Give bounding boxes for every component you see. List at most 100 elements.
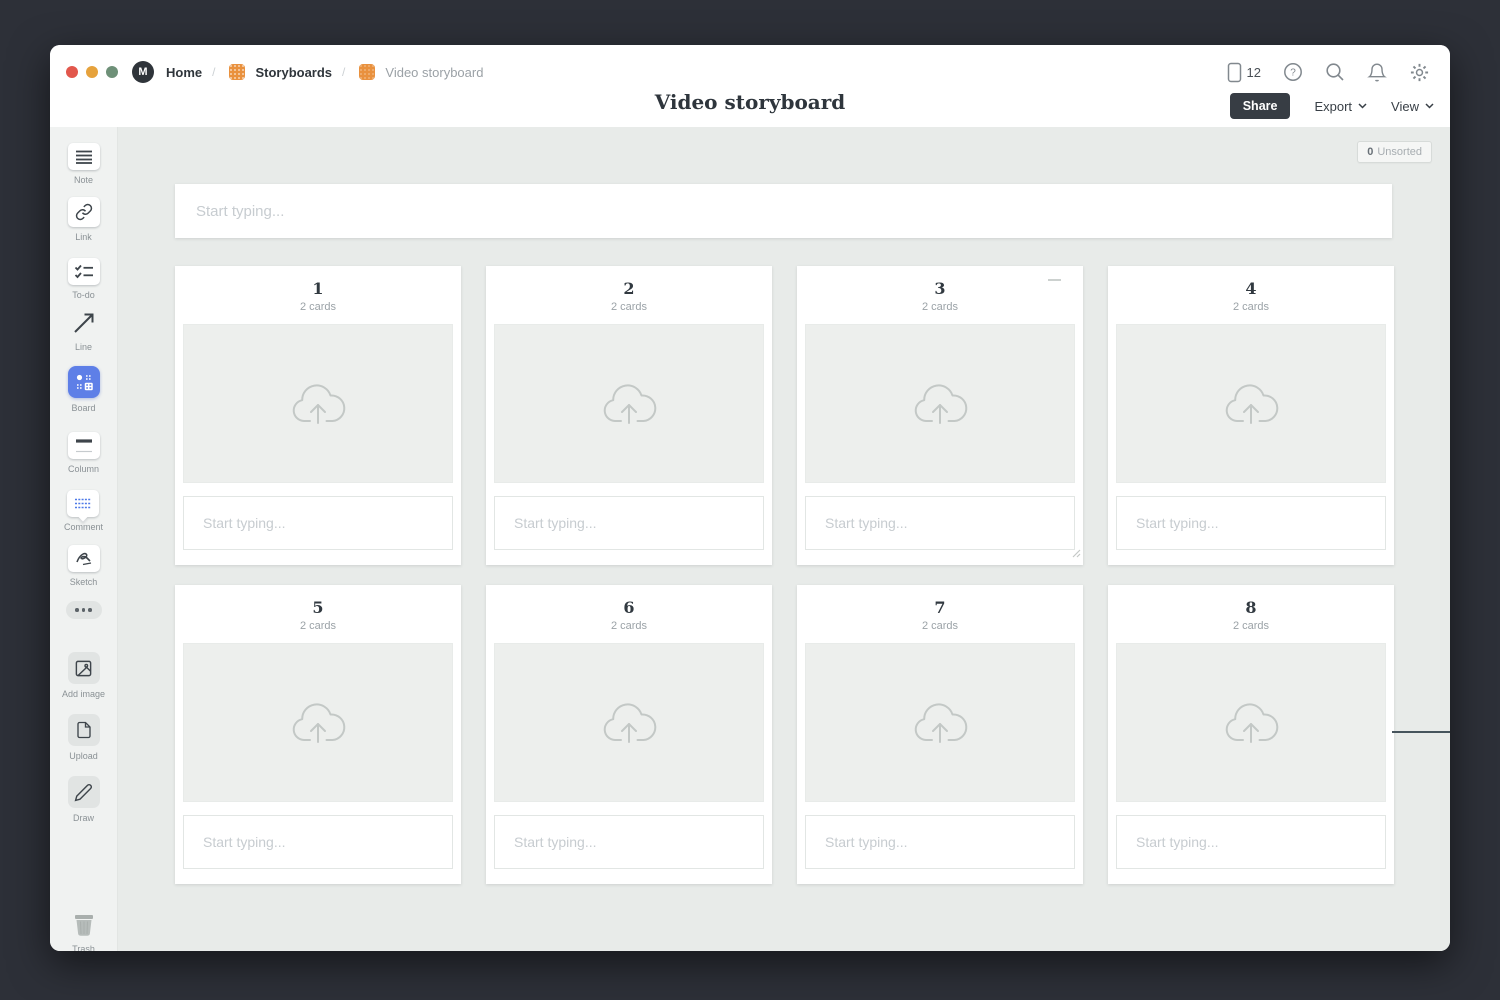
tool-note[interactable]: Note	[68, 143, 100, 185]
cloud-upload-icon	[286, 379, 350, 429]
tool-board-selected[interactable]: Board	[68, 366, 100, 413]
comment-icon	[67, 490, 99, 517]
tool-label: To-do	[72, 290, 95, 300]
board-text-input[interactable]: Start typing...	[494, 496, 764, 550]
board-card-count: 2 cards	[494, 620, 764, 632]
upload-file-icon	[68, 714, 100, 746]
notifications-button[interactable]	[1367, 62, 1387, 83]
bell-icon	[1367, 62, 1387, 83]
settings-button[interactable]	[1409, 62, 1430, 83]
breadcrumb-current: Video storyboard	[385, 65, 483, 80]
board-card[interactable]: 2 2 cards Start typing...	[486, 266, 772, 565]
image-upload-dropzone[interactable]	[183, 643, 453, 802]
close-window-button[interactable]	[66, 66, 78, 78]
tool-trash[interactable]: Trash	[68, 911, 100, 951]
phone-icon	[1227, 62, 1242, 83]
add-image-icon	[68, 652, 100, 684]
image-upload-dropzone[interactable]	[494, 324, 764, 483]
board-number: 8	[1116, 598, 1386, 617]
line-arrow-icon	[68, 309, 100, 337]
breadcrumb-home[interactable]: Home	[166, 65, 202, 80]
image-upload-dropzone[interactable]	[805, 643, 1075, 802]
tool-label: Add image	[62, 689, 105, 699]
board-canvas[interactable]: 0 Unsorted Start typing... 1 2 cards Sta…	[118, 127, 1450, 951]
board-card[interactable]: 1 2 cards Start typing...	[175, 266, 461, 565]
breadcrumb-storyboards[interactable]: Storyboards	[255, 65, 332, 80]
unsorted-badge[interactable]: 0 Unsorted	[1357, 141, 1432, 163]
maximize-window-button[interactable]	[106, 66, 118, 78]
svg-text:?: ?	[1290, 68, 1296, 79]
view-menu-button[interactable]: View	[1391, 99, 1434, 114]
board-text-input[interactable]: Start typing...	[805, 815, 1075, 869]
cloud-upload-icon	[597, 698, 661, 748]
board-card[interactable]: 6 2 cards Start typing...	[486, 585, 772, 884]
image-upload-dropzone[interactable]	[1116, 643, 1386, 802]
board-text-input[interactable]: Start typing...	[183, 815, 453, 869]
image-upload-dropzone[interactable]	[183, 324, 453, 483]
board-card[interactable]: 7 2 cards Start typing...	[797, 585, 1083, 884]
board-number: 3	[805, 279, 1075, 298]
board-text-input[interactable]: Start typing...	[1116, 496, 1386, 550]
board-card[interactable]: 4 2 cards Start typing...	[1108, 266, 1394, 565]
tool-draw[interactable]: Draw	[68, 776, 100, 823]
tool-link[interactable]: Link	[68, 197, 100, 242]
header-title-row: Video storyboard Share Export View	[50, 89, 1450, 127]
tool-todo[interactable]: To-do	[68, 258, 100, 300]
board-card[interactable]: 5 2 cards Start typing...	[175, 585, 461, 884]
board-number: 5	[183, 598, 453, 617]
tool-upload[interactable]: Upload	[68, 714, 100, 761]
column-icon	[68, 432, 100, 459]
export-label: Export	[1314, 99, 1352, 114]
current-board-icon	[359, 64, 375, 80]
app-logo[interactable]: M	[132, 61, 154, 83]
todo-icon	[68, 258, 100, 285]
share-button[interactable]: Share	[1230, 93, 1291, 119]
unsorted-label: Unsorted	[1377, 146, 1422, 158]
header-icon-group: 12 ?	[1227, 62, 1430, 83]
board-card-count: 2 cards	[1116, 301, 1386, 313]
help-button[interactable]: ?	[1283, 62, 1303, 82]
board-text-input[interactable]: Start typing...	[183, 496, 453, 550]
board-card[interactable]: 8 2 cards Start typing...	[1108, 585, 1394, 884]
export-menu-button[interactable]: Export	[1314, 99, 1367, 114]
help-icon: ?	[1283, 62, 1303, 82]
board-card[interactable]: 3 2 cards Start typing...	[797, 266, 1083, 565]
tool-more[interactable]	[66, 601, 102, 619]
tool-sketch[interactable]: Sketch	[68, 545, 100, 587]
tool-label: Note	[74, 175, 93, 185]
canvas-note-input[interactable]: Start typing...	[175, 184, 1392, 238]
search-icon	[1325, 62, 1345, 82]
mobile-devices-button[interactable]: 12	[1227, 62, 1261, 83]
more-tools-icon	[66, 601, 102, 619]
tool-label: Sketch	[70, 577, 98, 587]
board-card-count: 2 cards	[183, 301, 453, 313]
board-card-count: 2 cards	[494, 301, 764, 313]
minimize-window-button[interactable]	[86, 66, 98, 78]
cloud-upload-icon	[908, 698, 972, 748]
tool-add-image[interactable]: Add image	[62, 652, 105, 699]
cloud-upload-icon	[286, 698, 350, 748]
cloud-upload-icon	[908, 379, 972, 429]
board-card-count: 2 cards	[805, 301, 1075, 313]
image-upload-dropzone[interactable]	[494, 643, 764, 802]
search-button[interactable]	[1325, 62, 1345, 82]
board-text-input[interactable]: Start typing...	[494, 815, 764, 869]
unsorted-count: 0	[1367, 146, 1373, 158]
tool-label: Trash	[72, 944, 95, 951]
tool-comment[interactable]: Comment	[64, 490, 103, 532]
breadcrumb-separator: /	[212, 65, 215, 79]
image-upload-dropzone[interactable]	[1116, 324, 1386, 483]
tool-label: Upload	[69, 751, 98, 761]
board-text-input[interactable]: Start typing...	[1116, 815, 1386, 869]
board-text-input[interactable]: Start typing...	[805, 496, 1075, 550]
tool-label: Draw	[73, 813, 94, 823]
sketch-icon	[68, 545, 100, 572]
resize-handle[interactable]	[1070, 545, 1081, 563]
drag-handle[interactable]	[1048, 279, 1061, 281]
tool-column[interactable]: Column	[68, 432, 100, 474]
image-upload-dropzone[interactable]	[805, 324, 1075, 483]
tool-line[interactable]: Line	[68, 309, 100, 352]
page-title: Video storyboard	[655, 90, 846, 114]
line-element[interactable]	[1392, 731, 1450, 733]
view-label: View	[1391, 99, 1419, 114]
